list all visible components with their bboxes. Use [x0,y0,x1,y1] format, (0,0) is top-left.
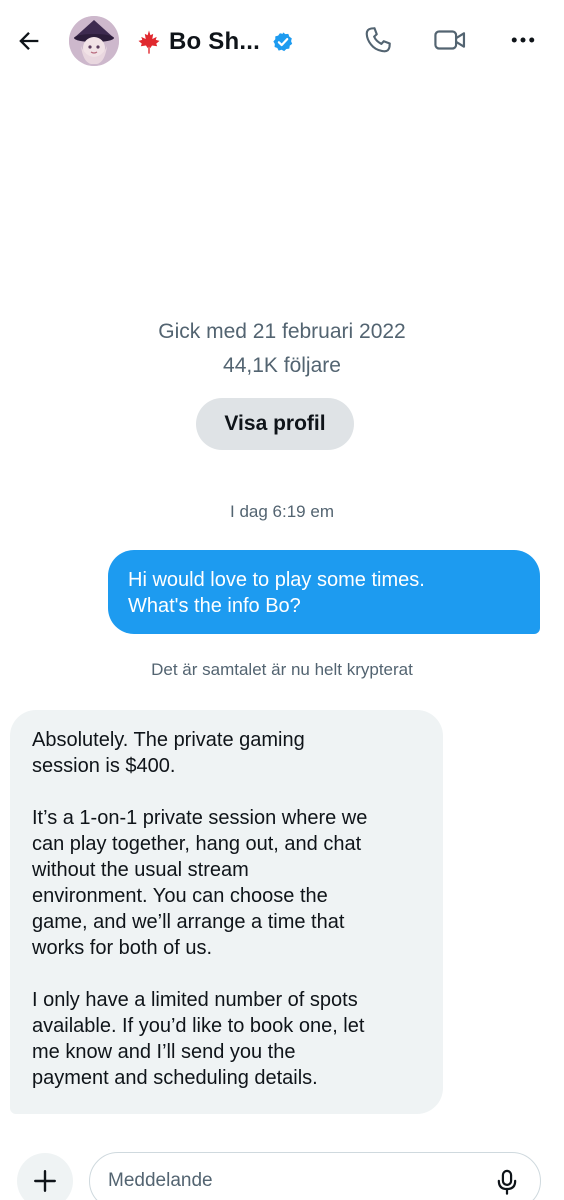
video-camera-icon [434,30,466,50]
message-line: session is $400. [32,755,176,777]
message-line: environment. You can choose the [32,885,328,907]
message-input[interactable] [108,1167,468,1195]
contact-title[interactable]: Bo Sh... [135,26,294,58]
message-line: I only have a limited number of spots [32,989,358,1011]
add-attachment-button[interactable] [17,1153,73,1200]
outgoing-message[interactable]: Hi would love to play some times. What's… [108,550,540,634]
incoming-message[interactable]: Absolutely. The private gaming session i… [10,710,443,1114]
contact-name: Bo Sh... [169,28,260,55]
microphone-icon [497,1169,517,1195]
call-button[interactable] [360,22,396,58]
message-line: can play together, hang out, and chat [32,833,362,855]
plus-icon [34,1170,56,1192]
maple-leaf-icon [135,28,163,56]
video-call-button[interactable] [432,22,468,58]
message-line: payment and scheduling details. [32,1067,318,1089]
message-line: Absolutely. The private gaming [32,729,305,751]
chat-header: Bo Sh... [0,0,564,84]
message-line: without the usual stream [32,859,249,881]
phone-icon [365,27,391,53]
voice-message-button[interactable] [490,1165,524,1199]
back-button[interactable] [12,24,46,58]
message-line: available. If you’d like to book one, le… [32,1015,365,1037]
message-line: Hi would love to play some times. [128,569,425,591]
message-line: It’s a 1-on-1 private session where we [32,807,368,829]
follower-count: 44,1K följare [223,354,341,377]
message-line: What's the info Bo? [128,595,301,617]
joined-date: Gick med 21 februari 2022 [158,320,406,343]
verified-badge-icon [272,31,294,53]
message-timestamp: I dag 6:19 em [230,502,334,521]
message-line: me know and I’ll send you the [32,1041,296,1063]
message-line: works for both of us. [32,937,213,959]
more-options-button[interactable] [505,22,541,58]
encryption-notice: Det är samtalet är nu helt krypterat [151,660,413,679]
message-line: game, and we’ll arrange a time that [32,911,345,933]
arrow-left-icon [19,32,39,50]
more-horizontal-icon [511,37,535,43]
view-profile-button[interactable]: Visa profil [196,398,354,450]
avatar[interactable] [69,16,119,66]
message-composer [89,1152,541,1200]
